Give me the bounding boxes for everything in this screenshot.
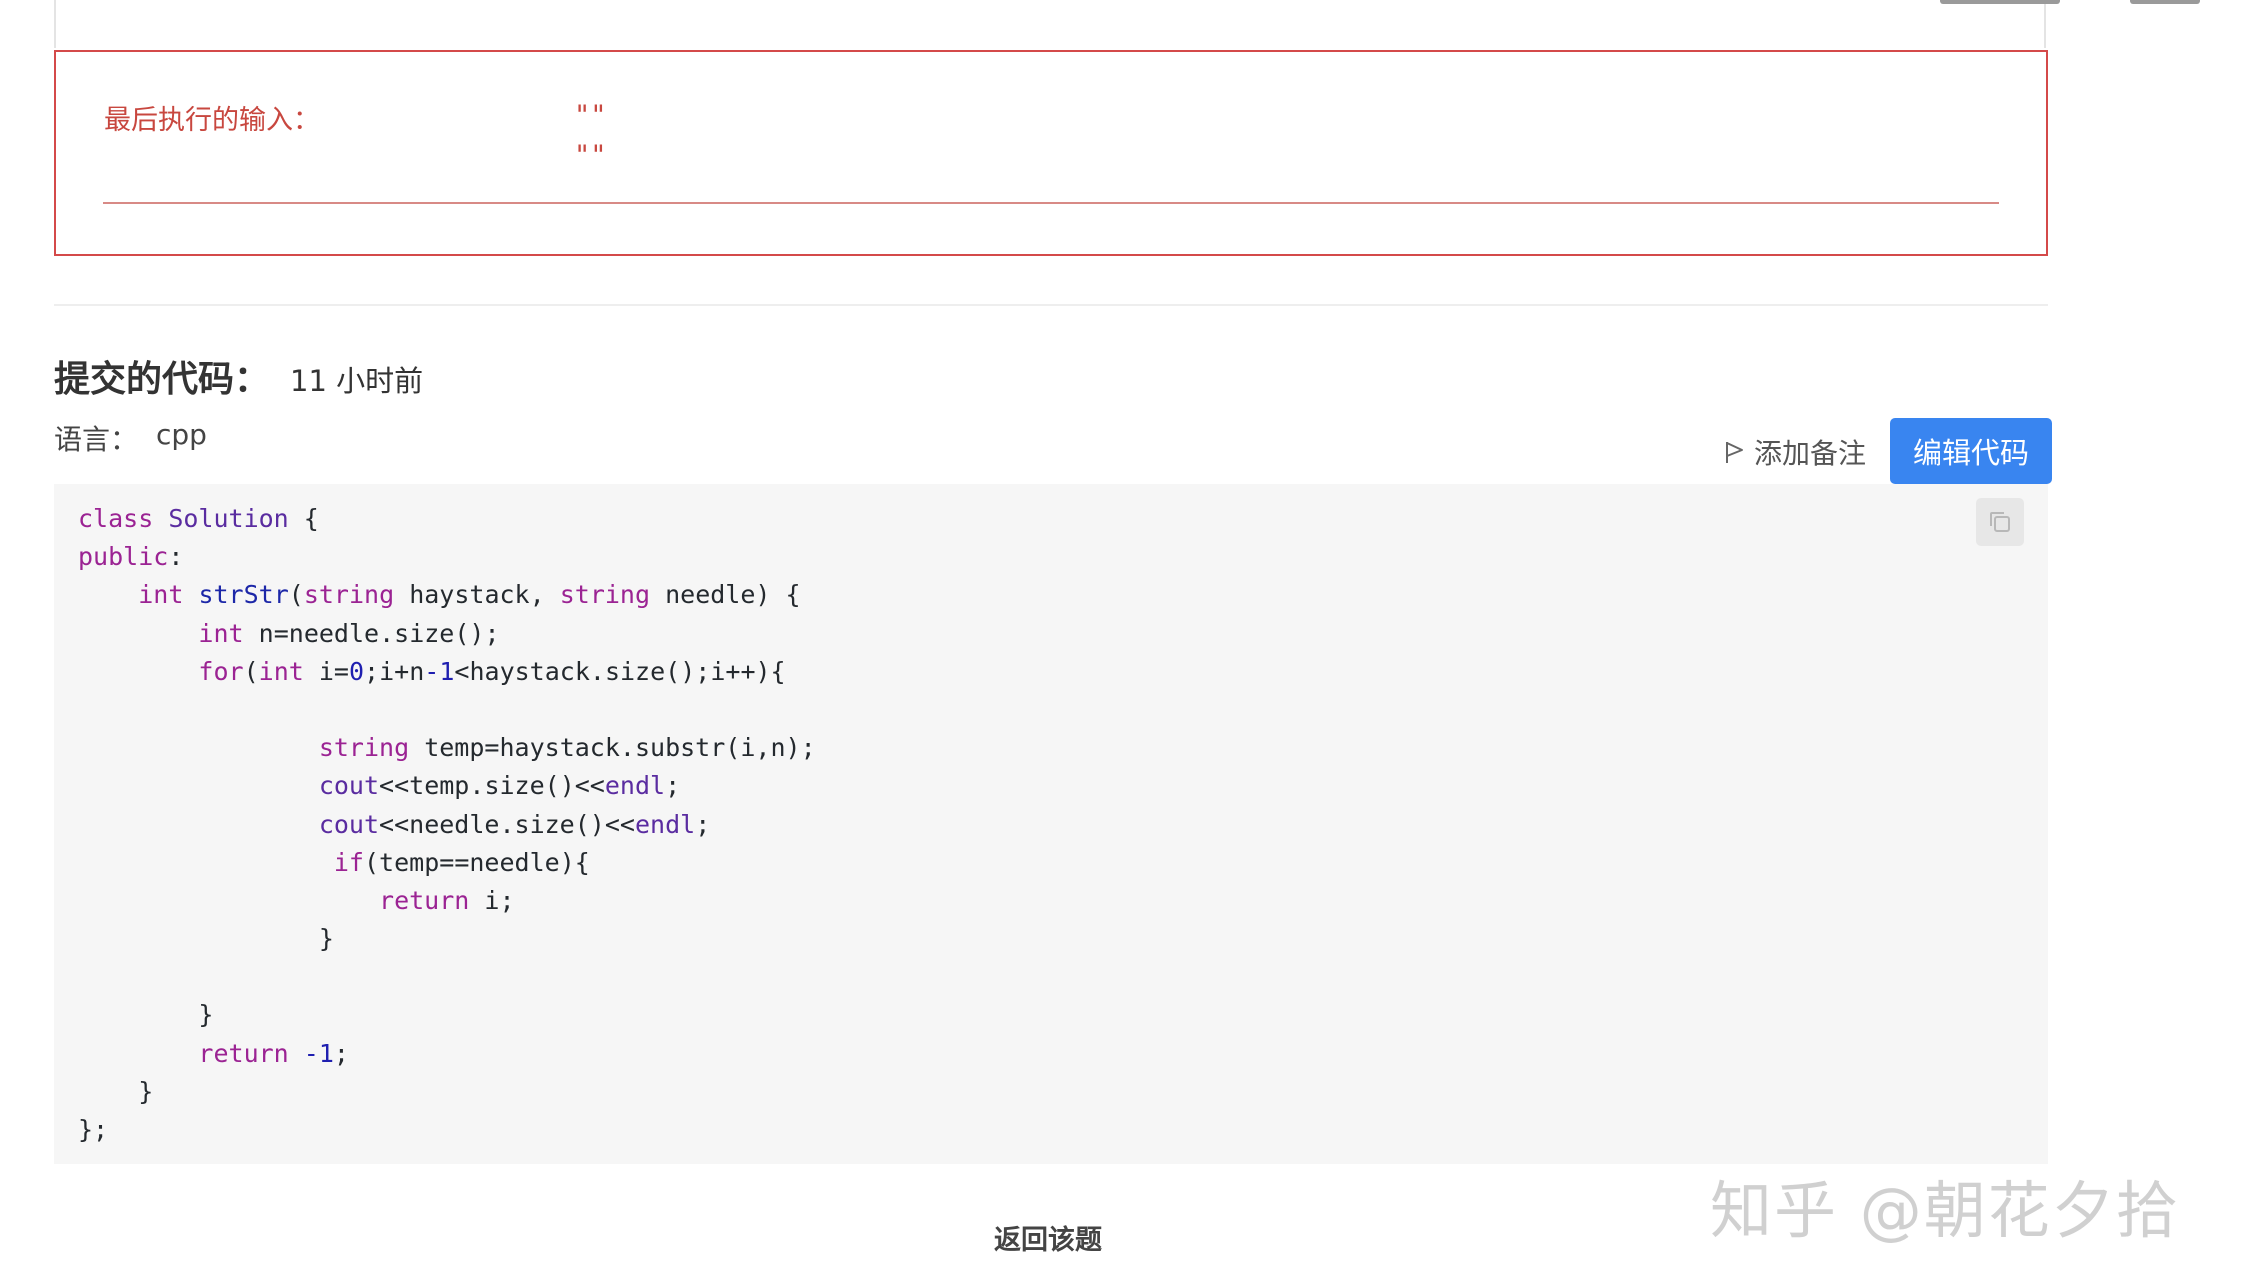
edit-code-button[interactable]: 编辑代码	[1890, 418, 2052, 484]
code-lines: class Solution { public: int strStr(strin…	[78, 500, 2024, 1149]
cropped-text-fragment	[1940, 0, 2060, 4]
code-line: if(temp==needle){	[333, 847, 590, 877]
back-to-problem-link[interactable]: 返回该题	[994, 1218, 1102, 1257]
language-value: cpp	[156, 418, 207, 451]
code-line: return i;	[379, 885, 515, 915]
code-line: };	[78, 1115, 109, 1144]
code-line: for(int i=0;i+n-1<haystack.size();i++){	[198, 656, 786, 686]
cropped-top-text	[1940, 0, 2200, 8]
code-block: class Solution { public: int strStr(strin…	[54, 484, 2048, 1164]
code-line: class Solution {	[78, 504, 319, 533]
flag-icon	[1726, 442, 1743, 463]
cropped-text-fragment	[2130, 0, 2200, 4]
copy-code-button[interactable]	[1976, 498, 2024, 546]
code-line: public:	[78, 542, 184, 572]
code-line: int n=needle.size();	[198, 618, 500, 648]
previous-result-card	[54, 0, 2046, 48]
language-label: 语言：	[54, 423, 139, 456]
last-input-label: 最后执行的输入：	[104, 105, 320, 136]
submission-heading: 提交的代码： 11 小时前	[54, 350, 423, 402]
code-line: cout<<temp.size()<<endl;	[318, 771, 681, 801]
add-note-label: 添加备注	[1754, 437, 1867, 470]
last-input-error-panel: 最后执行的输入： "" ""	[54, 50, 2048, 256]
language-row: 语言： cpp	[54, 418, 207, 458]
code-line: }	[78, 924, 334, 954]
copy-icon	[1990, 512, 2010, 532]
last-input-value-2: ""	[574, 140, 607, 171]
code-line: int strStr(string haystack, string needl…	[138, 580, 801, 610]
add-note-button[interactable]: 添加备注	[1724, 432, 1866, 472]
watermark: 知乎 @朝花夕拾	[1710, 1174, 2180, 1247]
last-input-values: "" ""	[574, 96, 607, 176]
section-divider	[54, 304, 2048, 306]
last-input-value-1: ""	[574, 100, 607, 131]
code-line: }	[78, 1000, 214, 1030]
submitted-code-title: 提交的代码：	[54, 359, 271, 400]
code-line: cout<<needle.size()<<endl;	[318, 809, 711, 839]
submission-time: 11 小时前	[290, 364, 424, 398]
code-line: string temp=haystack.substr(i,n);	[318, 733, 816, 763]
code-line: return -1;	[198, 1038, 349, 1068]
error-divider	[103, 202, 1999, 204]
code-line: }	[78, 1076, 154, 1106]
